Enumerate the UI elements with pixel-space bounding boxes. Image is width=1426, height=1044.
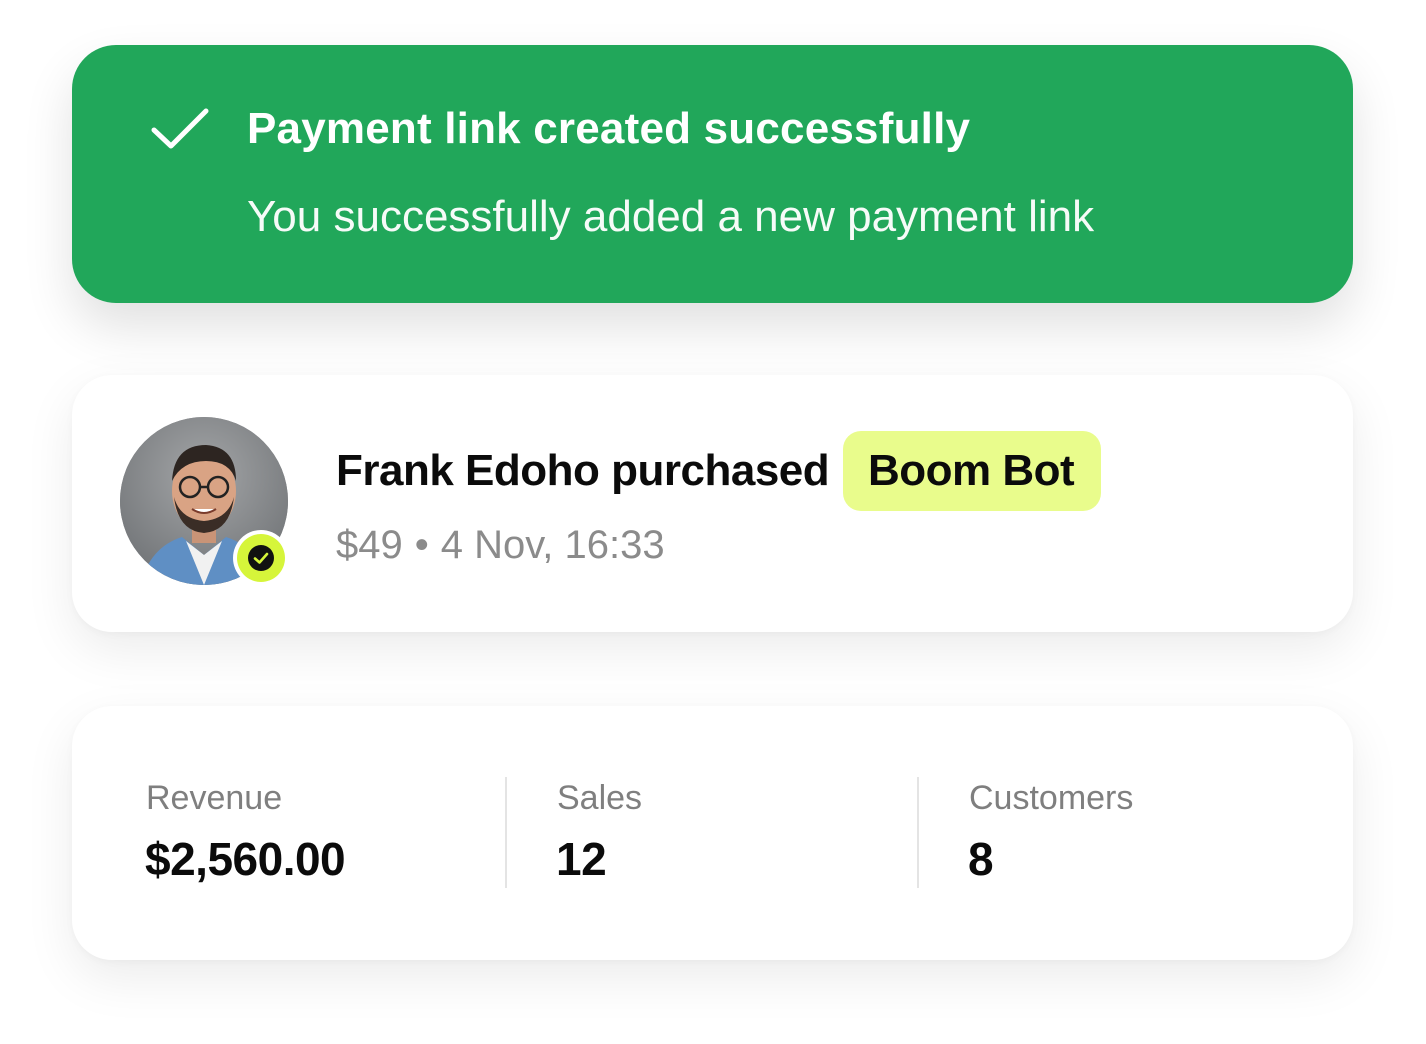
check-icon [151, 108, 209, 149]
purchase-price: $49 [336, 523, 403, 567]
success-toast [72, 45, 1353, 303]
product-name: Boom Bot [868, 446, 1075, 495]
stat-value-revenue: $2,560.00 [145, 833, 346, 885]
stat-value-customers: 8 [968, 833, 994, 885]
stat-label-sales: Sales [557, 779, 643, 817]
verified-badge [233, 530, 289, 586]
meta-separator: • [414, 523, 429, 567]
verified-check-icon [248, 545, 274, 571]
purchase-datetime: 4 Nov, 16:33 [440, 523, 665, 567]
verified-badge-fill [237, 534, 285, 582]
purchase-meta: $49 • 4 Nov, 16:33 [336, 523, 665, 568]
purchase-description: Frank Edoho purchased [336, 446, 830, 495]
stat-label-revenue: Revenue [146, 779, 283, 817]
toast-title: Payment link created successfully [247, 104, 971, 153]
product-tag[interactable]: Boom Bot [843, 431, 1101, 511]
toast-subtitle: You successfully added a new payment lin… [247, 192, 1095, 241]
stat-label-customers: Customers [969, 779, 1134, 817]
stat-value-sales: 12 [556, 833, 607, 885]
stat-divider [505, 777, 507, 888]
stat-divider [917, 777, 919, 888]
